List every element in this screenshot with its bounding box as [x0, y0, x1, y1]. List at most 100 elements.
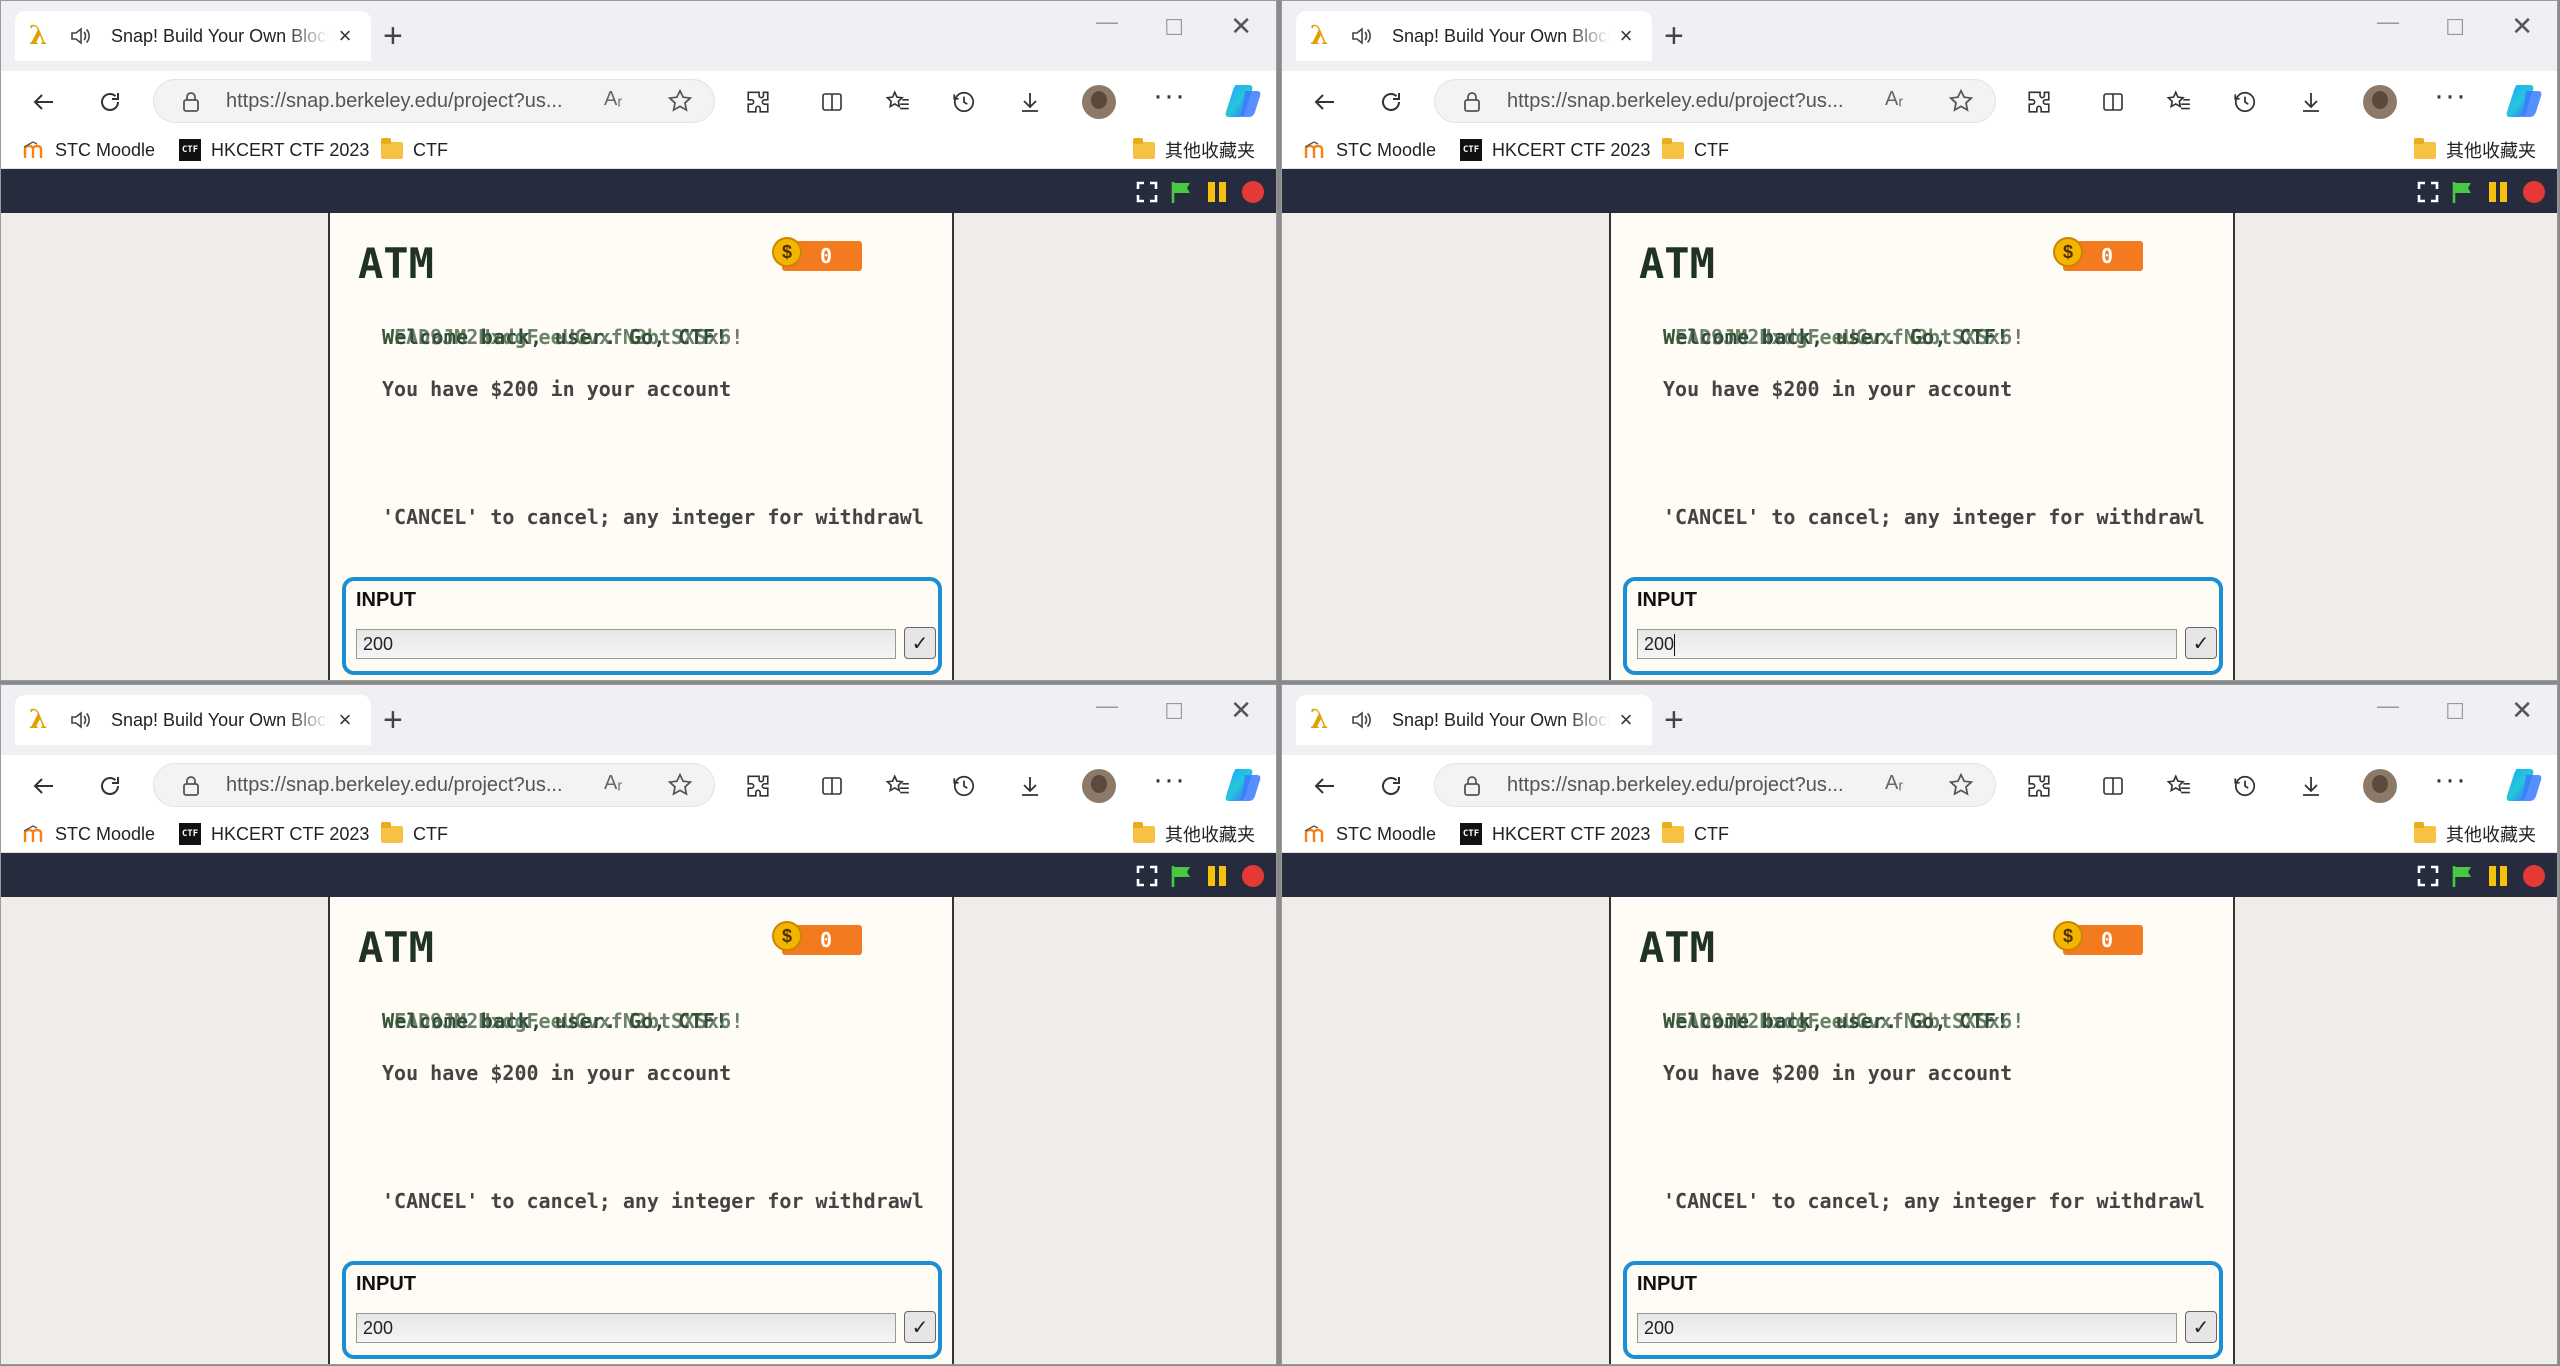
back-icon[interactable]	[1308, 769, 1342, 803]
fullscreen-icon[interactable]	[1135, 864, 1159, 888]
bookmark-stc-moodle[interactable]: STC Moodle	[1304, 819, 1436, 849]
bookmark-ctf-folder[interactable]: CTF	[381, 135, 448, 165]
close-window-button[interactable]: ✕	[2511, 11, 2533, 42]
submit-check-button[interactable]: ✓	[2185, 1311, 2217, 1343]
split-screen-icon[interactable]	[815, 769, 849, 803]
tab-close-icon[interactable]: ×	[1614, 23, 1638, 49]
fullscreen-icon[interactable]	[1135, 180, 1159, 204]
refresh-icon[interactable]	[93, 85, 127, 119]
other-favorites-folder[interactable]: 其他收藏夹	[1133, 135, 1255, 165]
more-menu-button[interactable]: ···	[1153, 763, 1186, 797]
new-tab-button[interactable]: +	[1664, 19, 1684, 53]
extensions-icon[interactable]	[2022, 769, 2056, 803]
speaker-icon[interactable]	[1346, 705, 1376, 735]
minimize-button[interactable]: —	[2377, 693, 2399, 719]
tab-close-icon[interactable]: ×	[1614, 707, 1638, 733]
tab-close-icon[interactable]: ×	[333, 707, 357, 733]
read-aloud-icon[interactable]: Aᵣ	[1885, 772, 1903, 795]
close-window-button[interactable]: ✕	[1230, 695, 1252, 726]
address-bar[interactable]: https://snap.berkeley.edu/project?us... …	[153, 79, 715, 123]
profile-avatar[interactable]	[1082, 769, 1116, 803]
read-aloud-icon[interactable]: Aᵣ	[604, 772, 622, 795]
snap-stage[interactable]: ATM 0 $ Welcome back, user. Go, CTF! WFA…	[328, 897, 954, 1364]
answer-input[interactable]: 200	[1637, 629, 2177, 659]
bookmark-stc-moodle[interactable]: STC Moodle	[23, 819, 155, 849]
speaker-icon[interactable]	[1346, 21, 1376, 51]
address-bar[interactable]: https://snap.berkeley.edu/project?us... …	[153, 763, 715, 807]
refresh-icon[interactable]	[93, 769, 127, 803]
split-screen-icon[interactable]	[815, 85, 849, 119]
pause-icon[interactable]	[1205, 864, 1229, 888]
browser-tab[interactable]: λ Snap! Build Your Own Blocks ×	[1296, 11, 1652, 61]
submit-check-button[interactable]: ✓	[904, 1311, 936, 1343]
bookmark-ctf-folder[interactable]: CTF	[381, 819, 448, 849]
back-icon[interactable]	[27, 769, 61, 803]
back-icon[interactable]	[27, 85, 61, 119]
bookmark-stc-moodle[interactable]: STC Moodle	[1304, 135, 1436, 165]
bookmark-hkcert-ctf-2023[interactable]: CTF HKCERT CTF 2023	[1460, 819, 1650, 849]
browser-tab[interactable]: λ Snap! Build Your Own Blocks ×	[15, 695, 371, 745]
answer-input[interactable]: 200	[1637, 1313, 2177, 1343]
profile-avatar[interactable]	[1082, 85, 1116, 119]
refresh-icon[interactable]	[1374, 769, 1408, 803]
history-icon[interactable]	[947, 85, 981, 119]
address-bar[interactable]: https://snap.berkeley.edu/project?us... …	[1434, 79, 1996, 123]
address-bar[interactable]: https://snap.berkeley.edu/project?us... …	[1434, 763, 1996, 807]
other-favorites-folder[interactable]: 其他收藏夹	[2414, 819, 2536, 849]
stop-icon[interactable]	[1241, 180, 1265, 204]
stop-icon[interactable]	[2522, 864, 2546, 888]
close-window-button[interactable]: ✕	[1230, 11, 1252, 42]
close-window-button[interactable]: ✕	[2511, 695, 2533, 726]
url-text[interactable]: https://snap.berkeley.edu/project?us...	[1507, 774, 1844, 797]
copilot-icon[interactable]	[1223, 81, 1263, 121]
stop-icon[interactable]	[2522, 180, 2546, 204]
favorites-icon[interactable]	[2162, 85, 2196, 119]
green-flag-icon[interactable]	[2450, 180, 2474, 204]
lock-icon[interactable]	[178, 88, 204, 116]
read-aloud-icon[interactable]: Aᵣ	[1885, 88, 1903, 111]
lock-icon[interactable]	[1459, 772, 1485, 800]
refresh-icon[interactable]	[1374, 85, 1408, 119]
downloads-icon[interactable]	[1013, 769, 1047, 803]
split-screen-icon[interactable]	[2096, 85, 2130, 119]
bookmark-ctf-folder[interactable]: CTF	[1662, 135, 1729, 165]
read-aloud-icon[interactable]: Aᵣ	[604, 88, 622, 111]
submit-check-button[interactable]: ✓	[904, 627, 936, 659]
maximize-button[interactable]: ☐	[2445, 15, 2465, 41]
pause-icon[interactable]	[2486, 180, 2510, 204]
answer-input[interactable]: 200	[356, 1313, 896, 1343]
browser-tab[interactable]: λ Snap! Build Your Own Blocks ×	[15, 11, 371, 61]
browser-tab[interactable]: λ Snap! Build Your Own Blocks ×	[1296, 695, 1652, 745]
speaker-icon[interactable]	[65, 21, 95, 51]
history-icon[interactable]	[2228, 769, 2262, 803]
other-favorites-folder[interactable]: 其他收藏夹	[1133, 819, 1255, 849]
more-menu-button[interactable]: ···	[1153, 79, 1186, 113]
fullscreen-icon[interactable]	[2416, 180, 2440, 204]
favorite-star-icon[interactable]	[1945, 768, 1977, 802]
extensions-icon[interactable]	[2022, 85, 2056, 119]
copilot-icon[interactable]	[2504, 81, 2544, 121]
downloads-icon[interactable]	[2294, 85, 2328, 119]
favorites-icon[interactable]	[881, 85, 915, 119]
answer-input[interactable]: 200	[356, 629, 896, 659]
back-icon[interactable]	[1308, 85, 1342, 119]
other-favorites-folder[interactable]: 其他收藏夹	[2414, 135, 2536, 165]
green-flag-icon[interactable]	[2450, 864, 2474, 888]
history-icon[interactable]	[2228, 85, 2262, 119]
lock-icon[interactable]	[178, 772, 204, 800]
favorite-star-icon[interactable]	[664, 768, 696, 802]
bookmark-ctf-folder[interactable]: CTF	[1662, 819, 1729, 849]
green-flag-icon[interactable]	[1169, 180, 1193, 204]
green-flag-icon[interactable]	[1169, 864, 1193, 888]
history-icon[interactable]	[947, 769, 981, 803]
snap-stage[interactable]: ATM 0 $ Welcome back, user. Go, CTF! WFA…	[1609, 897, 2235, 1364]
submit-check-button[interactable]: ✓	[2185, 627, 2217, 659]
speaker-icon[interactable]	[65, 705, 95, 735]
pause-icon[interactable]	[2486, 864, 2510, 888]
copilot-icon[interactable]	[1223, 765, 1263, 805]
more-menu-button[interactable]: ···	[2434, 763, 2467, 797]
bookmark-hkcert-ctf-2023[interactable]: CTF HKCERT CTF 2023	[179, 135, 369, 165]
bookmark-hkcert-ctf-2023[interactable]: CTF HKCERT CTF 2023	[1460, 135, 1650, 165]
minimize-button[interactable]: —	[1096, 9, 1118, 35]
profile-avatar[interactable]	[2363, 769, 2397, 803]
